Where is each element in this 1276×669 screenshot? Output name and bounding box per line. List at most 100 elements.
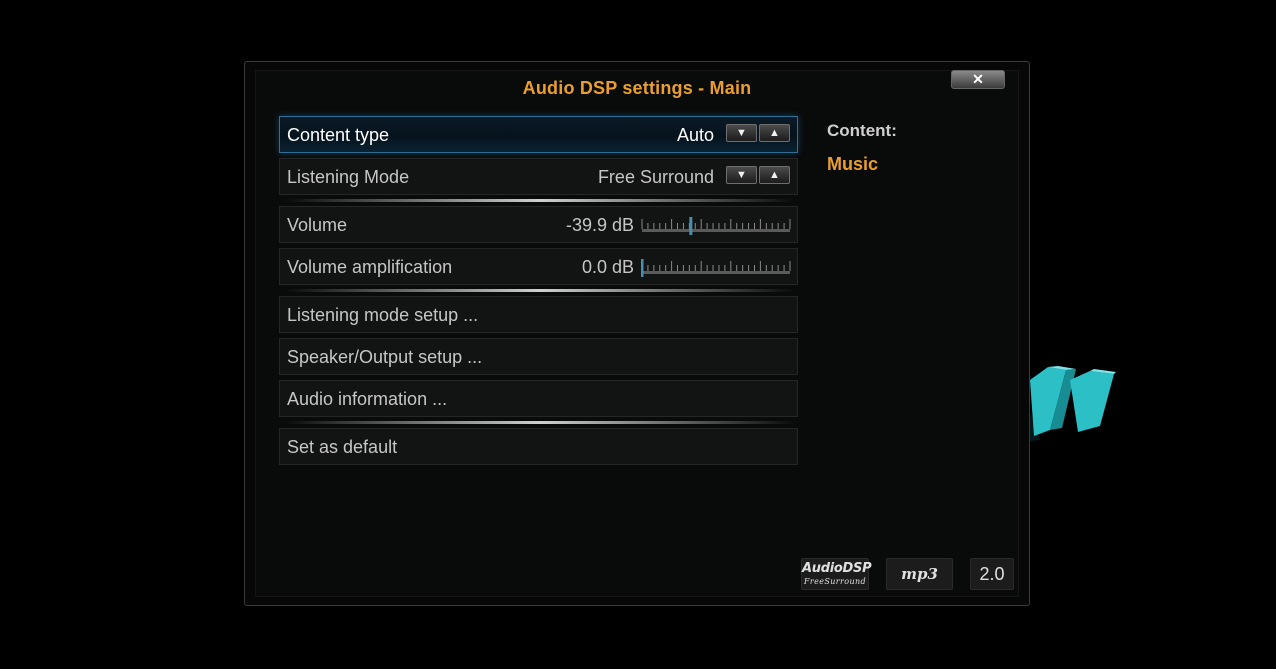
slider-tick — [700, 261, 702, 271]
codec-badge: mp3 — [886, 558, 953, 590]
dialog-title: Audio DSP settings - Main — [522, 78, 752, 98]
slider-tick — [742, 223, 744, 229]
slider-tick — [677, 265, 679, 271]
visualizer-bars — [1030, 366, 1116, 436]
slider-tick — [753, 265, 755, 271]
slider-handle[interactable] — [689, 217, 693, 235]
slider-tick — [712, 223, 714, 229]
slider-tick — [718, 265, 720, 271]
slider-track — [642, 271, 790, 274]
slider-tick — [671, 261, 673, 271]
content-type-down-button[interactable]: ▼ — [726, 124, 757, 142]
slider-tick — [653, 223, 655, 229]
slider-tick — [759, 261, 761, 271]
volume-amplification-label: Volume amplification — [287, 257, 453, 277]
separator — [285, 421, 795, 424]
speaker-output-setup-label: Speaker/Output setup ... — [287, 347, 483, 367]
slider-tick — [736, 265, 738, 271]
slider-tick — [748, 223, 750, 229]
slider-tick — [682, 223, 684, 229]
content-type-value: Auto — [676, 125, 714, 145]
slider-tick — [665, 265, 667, 271]
volume-label: Volume — [287, 215, 348, 235]
audio-information-button[interactable]: Audio information ... — [279, 380, 798, 417]
content-info-label: Content: — [827, 121, 897, 140]
slider-handle[interactable] — [641, 259, 644, 277]
slider-tick — [742, 265, 744, 271]
slider-tick — [736, 223, 738, 229]
slider-tick — [677, 223, 679, 229]
close-icon: ✕ — [972, 71, 984, 87]
content-type-setting[interactable]: Content type Auto ▼ ▲ — [279, 116, 798, 153]
slider-tick — [730, 219, 732, 229]
separator — [285, 199, 795, 202]
arrow-down-icon: ▼ — [736, 169, 747, 181]
volume-amplification-setting[interactable]: Volume amplification 0.0 dB — [279, 248, 798, 285]
slider-tick — [647, 265, 649, 271]
listening-mode-setup-button[interactable]: Listening mode setup ... — [279, 296, 798, 333]
arrow-up-icon: ▲ — [769, 127, 780, 139]
slider-tick — [771, 223, 773, 229]
audio-dsp-badge: AudioDSP FreeSurround — [801, 558, 872, 590]
slider-tick — [700, 219, 702, 229]
slider-tick — [706, 223, 708, 229]
listening-mode-setting[interactable]: Listening Mode Free Surround ▼ ▲ — [279, 158, 798, 195]
slider-tick — [671, 219, 673, 229]
slider-tick — [659, 265, 661, 271]
arrow-down-icon: ▼ — [736, 127, 747, 139]
slider-tick — [753, 223, 755, 229]
listening-mode-down-button[interactable]: ▼ — [726, 166, 757, 184]
volume-setting[interactable]: Volume -39.9 dB — [279, 206, 798, 243]
slider-tick — [718, 223, 720, 229]
slider-tick — [759, 219, 761, 229]
separator — [285, 289, 795, 292]
slider-tick — [724, 223, 726, 229]
content-info-value: Music — [827, 154, 879, 174]
content-type-label: Content type — [287, 125, 390, 145]
slider-tick — [688, 265, 690, 271]
slider-tick — [765, 223, 767, 229]
slider-tick — [777, 223, 779, 229]
listening-mode-spinner: ▼ ▲ — [726, 166, 791, 186]
slider-tick — [771, 265, 773, 271]
free-surround-logo-text: FreeSurround — [803, 577, 867, 586]
slider-tick — [765, 265, 767, 271]
channels-badge: 2.0 — [970, 558, 1014, 590]
slider-tick — [748, 265, 750, 271]
set-as-default-button[interactable]: Set as default — [279, 428, 798, 465]
arrow-up-icon: ▲ — [769, 169, 780, 181]
close-button[interactable]: ✕ — [951, 70, 1005, 89]
slider-tick — [789, 261, 791, 271]
mp3-logo-text: mp3 — [901, 565, 938, 583]
slider-tick — [653, 265, 655, 271]
slider-tick — [706, 265, 708, 271]
content-type-spinner: ▼ ▲ — [726, 124, 791, 144]
listening-mode-up-button[interactable]: ▲ — [759, 166, 790, 184]
audio-dsp-logo-text: AudioDSP — [802, 561, 872, 576]
volume-amplification-value: 0.0 dB — [581, 257, 634, 277]
speaker-output-setup-button[interactable]: Speaker/Output setup ... — [279, 338, 798, 375]
audio-information-label: Audio information ... — [287, 389, 448, 409]
slider-tick — [777, 265, 779, 271]
slider-tick — [694, 265, 696, 271]
slider-track — [642, 229, 790, 232]
slider-tick — [665, 223, 667, 229]
slider-tick — [647, 223, 649, 229]
set-as-default-label: Set as default — [287, 437, 398, 457]
volume-slider[interactable] — [641, 217, 791, 235]
slider-tick — [724, 265, 726, 271]
slider-tick — [659, 223, 661, 229]
slider-tick — [694, 223, 696, 229]
listening-mode-setup-label: Listening mode setup ... — [287, 305, 479, 325]
slider-tick — [712, 265, 714, 271]
listening-mode-value: Free Surround — [597, 167, 714, 187]
volume-value: -39.9 dB — [565, 215, 634, 235]
slider-tick — [783, 265, 785, 271]
listening-mode-label: Listening Mode — [287, 167, 410, 187]
slider-tick — [641, 219, 643, 229]
content-type-up-button[interactable]: ▲ — [759, 124, 790, 142]
slider-tick — [730, 261, 732, 271]
slider-tick — [783, 223, 785, 229]
volume-amplification-slider[interactable] — [641, 259, 791, 277]
slider-tick — [682, 265, 684, 271]
